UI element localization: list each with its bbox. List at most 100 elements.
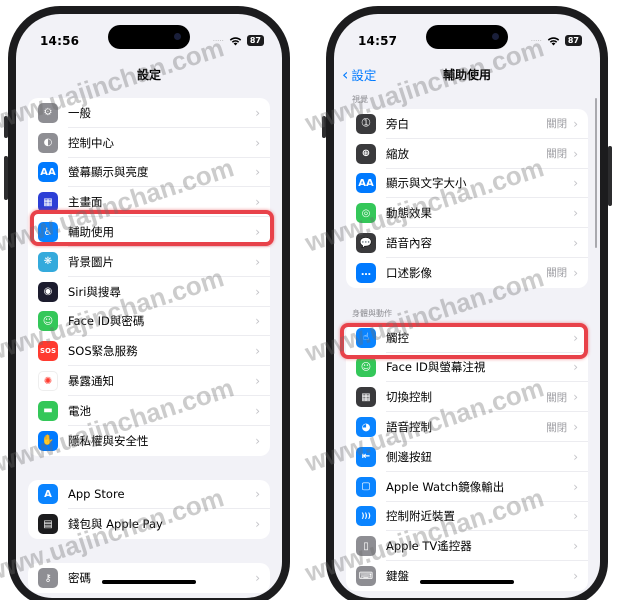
list-item[interactable]: ☺ Face ID與密碼 ›	[28, 307, 270, 337]
chevron-right-icon: ›	[255, 517, 260, 532]
item-label: 顯示與文字大小	[386, 176, 467, 191]
chevron-right-icon: ›	[255, 433, 260, 448]
siri-icon: ◉	[38, 281, 58, 302]
dynamic-island	[426, 25, 508, 49]
dynamic-island	[108, 25, 190, 49]
item-label: 電池	[68, 403, 91, 418]
phone-left: 14:56 ····· 87 設定 ⚙ 一般 › ◐ 控制中心 › AA 螢幕顯示與亮度 › ▦ 主…	[4, 6, 290, 600]
stage: 14:56 ····· 87 設定 ⚙ 一般 › ◐ 控制中心 › AA 螢幕顯示與亮度 › ▦ 主…	[0, 0, 619, 600]
audio-description-icon: …	[356, 262, 376, 283]
list-item[interactable]: ❋ 背景圖片 ›	[28, 247, 270, 277]
list-item[interactable]: ♿ 輔助使用 ›	[28, 217, 270, 247]
list-item[interactable]: … 口述影像 關閉 ›	[346, 258, 588, 288]
list-item[interactable]: AA 螢幕顯示與亮度 ›	[28, 158, 270, 188]
battery-icon: 87	[564, 35, 582, 46]
item-label: 動態效果	[386, 206, 432, 221]
list-item[interactable]: SOS SOS緊急服務 ›	[28, 336, 270, 366]
chevron-right-icon: ›	[255, 225, 260, 240]
chevron-right-icon: ›	[255, 314, 260, 329]
exposure-icon: ✺	[38, 371, 58, 392]
chevron-right-icon: ›	[255, 135, 260, 150]
list-item[interactable]: ▦ 切換控制 關閉 ›	[346, 382, 588, 412]
power-button	[608, 146, 612, 206]
toggles-icon: ◐	[38, 132, 58, 153]
watch-mirroring-icon: ▢	[356, 476, 376, 497]
list-item[interactable]: ▯ Apple TV遙控器 ›	[346, 531, 588, 561]
accessibility-list: 視覺 ➀ 旁白 關閉 › ⊕ 縮放 關閉 › AA 顯示與文字大小 › ◎ 動態效果 › 💬 語音內容 ›… 口述影…	[334, 88, 600, 598]
item-value: 關閉	[546, 148, 568, 161]
chevron-right-icon: ›	[573, 176, 578, 191]
face-id-icon: ☺	[356, 357, 376, 378]
scrollbar[interactable]	[594, 98, 597, 248]
chevron-right-icon: ›	[573, 265, 578, 280]
item-value: 關閉	[546, 118, 568, 131]
chevron-right-icon: ›	[573, 206, 578, 221]
app-store-icon: A	[38, 484, 58, 505]
home-indicator[interactable]	[102, 580, 196, 584]
list-item[interactable]: ☺ Face ID與螢幕注視 ›	[346, 353, 588, 383]
keyboard-icon: ⌨	[356, 566, 376, 587]
list-item[interactable]: ⊕ 縮放 關閉 ›	[346, 139, 588, 169]
list-item[interactable]: ☝ 觸控 ›	[346, 323, 588, 353]
chevron-right-icon: ›	[573, 390, 578, 405]
switch-control-icon: ▦	[356, 387, 376, 408]
list-item[interactable]: ⚷ 密碼 ›	[28, 563, 270, 593]
list-item[interactable]: ▢ Apple Watch鏡像輸出 ›	[346, 472, 588, 502]
item-value: 關閉	[546, 267, 568, 280]
item-label: SOS緊急服務	[68, 344, 138, 359]
list-item[interactable]: ◉ Siri與搜尋 ›	[28, 277, 270, 307]
item-label: 輔助使用	[68, 225, 114, 240]
list-item[interactable]: ▬ 電池 ›	[28, 396, 270, 426]
text-size-icon: AA	[356, 173, 376, 194]
list-item[interactable]: ◕ 語音控制 關閉 ›	[346, 412, 588, 442]
tv-remote-icon: ▯	[356, 536, 376, 557]
item-label: 語音內容	[386, 236, 432, 251]
list-item[interactable]: ⚙ 一般 ›	[28, 98, 270, 128]
list-item[interactable]: A App Store ›	[28, 480, 270, 510]
list-item[interactable]: ➀ 旁白 關閉 ›	[346, 109, 588, 139]
list-item[interactable]: ◎ 動態效果 ›	[346, 198, 588, 228]
list-item[interactable]: ))) 控制附近裝置 ›	[346, 502, 588, 532]
spoken-content-icon: 💬	[356, 233, 376, 254]
touch-hand-icon: ☝	[356, 327, 376, 348]
item-label: 隱私權與安全性	[68, 433, 149, 448]
accessibility-icon: ♿	[38, 222, 58, 243]
item-label: App Store	[68, 487, 125, 502]
status-time: 14:57	[358, 34, 398, 48]
action-button	[322, 116, 326, 138]
chevron-right-icon: ›	[255, 254, 260, 269]
item-label: 口述影像	[386, 265, 432, 280]
list-item[interactable]: ◐ 控制中心 ›	[28, 128, 270, 158]
item-label: 背景圖片	[68, 254, 114, 269]
item-label: 縮放	[386, 146, 409, 161]
item-label: 旁白	[386, 116, 409, 131]
wallpaper-icon: ❋	[38, 251, 58, 272]
item-label: 側邊按鈕	[386, 449, 432, 464]
list-item[interactable]: ✺ 暴露通知 ›	[28, 366, 270, 396]
item-label: Face ID與密碼	[68, 314, 145, 329]
list-item[interactable]: ▤ 錢包與 Apple Pay ›	[28, 509, 270, 539]
action-button	[4, 116, 8, 138]
list-item[interactable]: ✋ 隱私權與安全性 ›	[28, 426, 270, 456]
settings-group: A App Store › ▤ 錢包與 Apple Pay ›	[28, 479, 270, 540]
item-label: Apple TV遙控器	[386, 539, 472, 554]
list-item[interactable]: ⇤ 側邊按鈕 ›	[346, 442, 588, 472]
list-item[interactable]: AA 顯示與文字大小 ›	[346, 169, 588, 199]
nav-bar: ‹ 設定 輔助使用	[334, 58, 600, 88]
home-indicator[interactable]	[420, 580, 514, 584]
status-bar: 14:57 ····· 87	[334, 14, 600, 56]
status-time: 14:56	[40, 34, 80, 48]
sos-icon: SOS	[38, 341, 58, 362]
battery-icon: 87	[246, 35, 264, 46]
page-title: 輔助使用	[442, 68, 491, 82]
list-item[interactable]: ▦ 主畫面 ›	[28, 187, 270, 217]
item-value: 關閉	[546, 391, 568, 404]
list-item[interactable]: 💬 語音內容 ›	[346, 228, 588, 258]
section-header: 身體與動作	[352, 308, 392, 318]
list-item[interactable]: ⌨ 鍵盤 ›	[346, 561, 588, 591]
settings-group: ➀ 旁白 關閉 › ⊕ 縮放 關閉 › AA 顯示與文字大小 › ◎ 動態效果 › 💬 語音內容 ›… 口述影像關…	[346, 109, 588, 288]
chevron-right-icon: ›	[573, 509, 578, 524]
face-id-icon: ☺	[38, 311, 58, 332]
